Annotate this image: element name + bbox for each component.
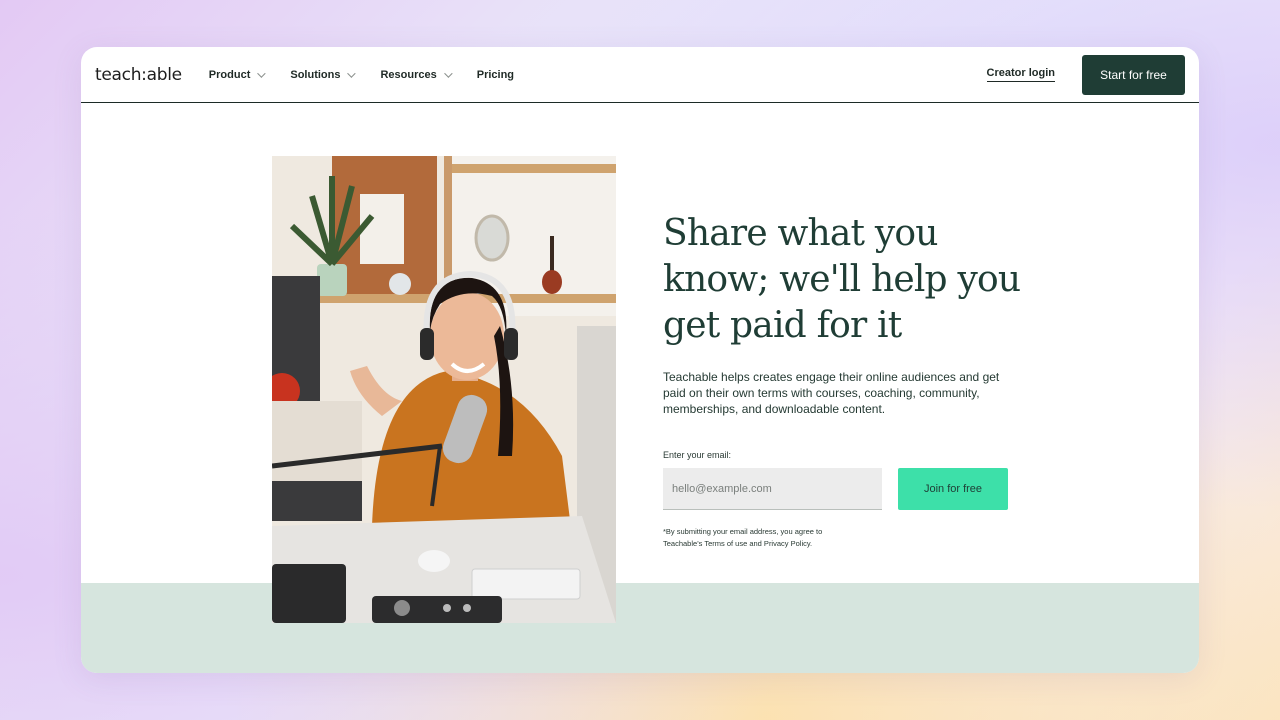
creator-login-link[interactable]: Creator login: [986, 67, 1055, 82]
join-for-free-button[interactable]: Join for free: [898, 468, 1008, 510]
nav-item-solutions[interactable]: Solutions: [290, 68, 357, 81]
chevron-down-icon: [443, 68, 453, 78]
top-navigation: teach:able Product Solutions Resources P…: [81, 47, 1199, 103]
chevron-down-icon: [257, 68, 267, 78]
email-field[interactable]: [663, 468, 882, 510]
hero-photo-podcaster: [272, 156, 616, 623]
nav-item-label: Solutions: [290, 68, 341, 81]
nav-item-resources[interactable]: Resources: [380, 68, 453, 81]
podcaster-illustration: [272, 156, 616, 623]
start-for-free-button[interactable]: Start for free: [1082, 54, 1185, 95]
teachable-logo[interactable]: teach:able: [95, 65, 182, 85]
nav-item-label: Pricing: [476, 68, 515, 81]
terms-disclaimer: *By submitting your email address, you a…: [663, 527, 823, 548]
email-field-label: Enter your email:: [663, 450, 732, 460]
browser-window: teach:able Product Solutions Resources P…: [81, 47, 1199, 673]
nav-item-label: Resources: [380, 68, 437, 81]
nav-actions: Creator login Start for free: [986, 54, 1199, 95]
nav-item-label: Product: [208, 68, 251, 81]
footer-green-band: [81, 583, 1199, 673]
hero-headline: Share what you know; we'll help you get …: [663, 213, 1021, 346]
hero-description: Teachable helps creates engage their onl…: [663, 370, 1000, 416]
nav-item-pricing[interactable]: Pricing: [477, 69, 514, 81]
nav-item-product[interactable]: Product: [208, 68, 267, 81]
chevron-down-icon: [347, 68, 357, 78]
